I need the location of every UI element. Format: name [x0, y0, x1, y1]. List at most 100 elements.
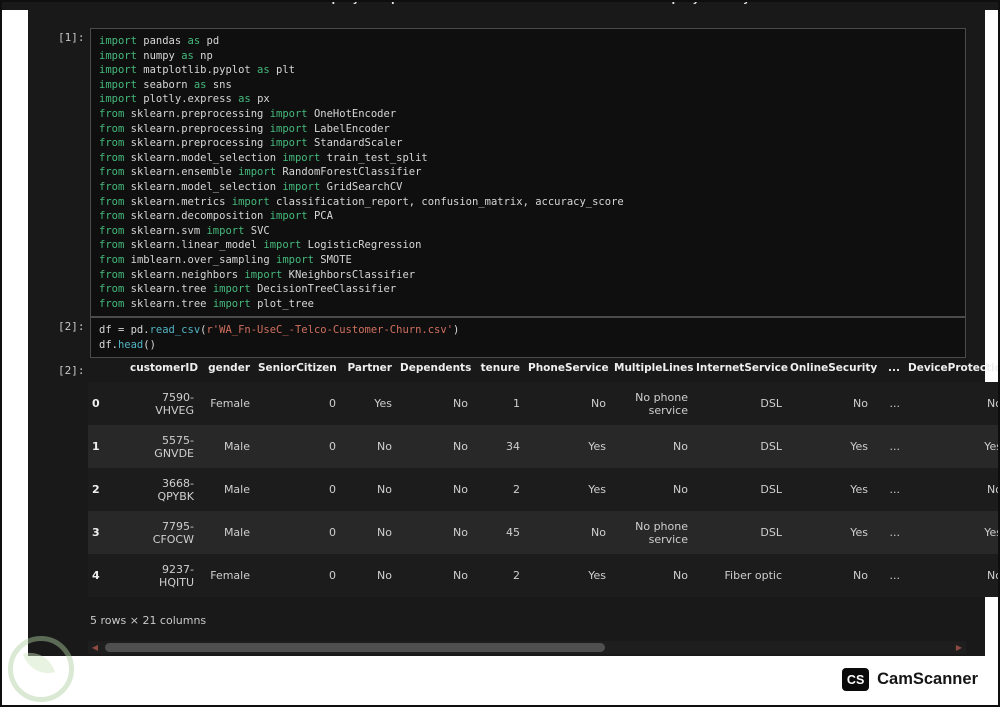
code-token: LogisticRegression [301, 239, 422, 252]
table-cell: No [453, 569, 468, 582]
code-token: np [193, 49, 213, 62]
cell-output-prompt: [2]: [58, 364, 85, 377]
row-index: 2 [92, 483, 100, 496]
code-token: sklearn.tree [124, 283, 213, 296]
code-line: from sklearn.preprocessing import Standa… [99, 136, 957, 151]
table-cell: No [853, 397, 868, 410]
table-cell: 2 [513, 569, 520, 582]
code-token: from [99, 137, 125, 150]
table-cell: No [591, 397, 606, 410]
row-index: 0 [92, 397, 100, 410]
code-token: import [282, 151, 321, 164]
table-cell: 0 [329, 483, 336, 496]
top-note-bar: • Churn: Yes – the customer left the com… [0, 0, 1000, 10]
table-cell: Yes [850, 483, 868, 496]
table-cell: 7795-CFOCW [152, 519, 194, 546]
camscanner-logo: CS CamScanner [842, 668, 978, 691]
table-cell: ... [889, 569, 901, 582]
code-line: from sklearn.tree import DecisionTreeCla… [99, 282, 957, 297]
table-cell: Yes [984, 440, 1000, 453]
code-token: read_csv [149, 324, 201, 336]
column-header: Dependents [400, 362, 472, 374]
table-cell: No [453, 397, 468, 410]
table-cell: Fiber optic [724, 569, 782, 582]
code-line: import pandas as pd [99, 34, 957, 49]
table-cell: 45 [506, 526, 520, 539]
code-token: import [99, 35, 137, 47]
table-row: 4 9237-HQITU Female 0 No No 2 Yes No Fiber optic N… [88, 554, 1000, 597]
table-cell: DSL [760, 440, 782, 453]
code-line: df.head() [99, 338, 957, 353]
table-cell: No [853, 569, 868, 582]
table-cell: No [377, 569, 392, 582]
code-token: from [99, 180, 125, 193]
top-note: • Churn: Yes – the customer left the com… [103, 0, 885, 5]
camscanner-brand-text: CamScanner [877, 670, 978, 688]
table-header-row: customerID gender SeniorCitizen Partner Depe… [88, 355, 1000, 382]
scroll-left-icon[interactable]: ◀ [88, 641, 102, 654]
column-header: InternetService [696, 362, 788, 374]
code-token: sklearn.tree [124, 297, 213, 310]
table-cell: Yes [984, 526, 1000, 539]
code-token: RandomForestClassifier [276, 166, 422, 179]
page: • Churn: Yes – the customer left the com… [0, 0, 1000, 707]
row-index: 4 [92, 569, 100, 582]
table-cell: 2 [513, 483, 520, 496]
column-header: customerID [130, 362, 199, 374]
horizontal-scrollbar[interactable]: ◀ ▶ [88, 641, 966, 654]
scroll-right-icon[interactable]: ▶ [952, 641, 966, 654]
code-token: import [238, 166, 277, 179]
table-cell: No [591, 526, 606, 539]
code-token: KNeighborsClassifier [282, 268, 416, 281]
code-token: OneHotEncoder [307, 107, 397, 120]
table-cell: DSL [760, 483, 782, 496]
code-token: import [269, 107, 308, 120]
code-line: df = pd.read_csv(r'WA_Fn-UseC_-Telco-Cus… [99, 323, 957, 338]
code-token: import [99, 49, 137, 62]
code-token: import [99, 93, 137, 106]
code-line: from sklearn.svm import SVC [99, 224, 957, 239]
table-row: 23668-QPYBKMale0NoNo2YesNoDSLYes...NoNo [88, 468, 1000, 511]
code-token: from [99, 239, 125, 252]
table-cell: 0 [329, 526, 336, 539]
table-footer: 5 rows × 21 columns [90, 614, 207, 627]
code-token: df. [99, 338, 118, 351]
code-token: ) [453, 324, 460, 336]
table-cell: Yes [374, 397, 392, 410]
table-cell: No [453, 526, 468, 539]
table-cell: Male [223, 440, 250, 453]
scrollbar-thumb[interactable] [105, 643, 605, 652]
code-token: StandardScaler [307, 137, 403, 150]
code-token: plot_tree [250, 297, 314, 310]
code-token: import [282, 180, 321, 193]
table-cell: Male [223, 483, 250, 496]
table-cell: No [987, 397, 1000, 410]
code-token: import [99, 64, 137, 77]
cell-input-prompt: [2]: [58, 320, 85, 333]
table-cell: Yes [588, 569, 606, 582]
code-cell-read-csv[interactable]: df = pd.read_csv(r'WA_Fn-UseC_-Telco-Cus… [90, 317, 966, 359]
code-line: from imblearn.over_sampling import SMOTE [99, 253, 957, 268]
code-token: sklearn.preprocessing [124, 122, 270, 135]
notebook-panel: [1]: import pandas as pd import numpy as … [28, 10, 1000, 656]
table-cell: 3668-QPYBK [157, 476, 194, 503]
table-cell: Yes [850, 526, 868, 539]
code-token: numpy [136, 49, 182, 62]
table-cell: 0 [329, 397, 336, 410]
code-line: from sklearn.ensemble import RandomFores… [99, 165, 957, 180]
code-token: sklearn.decomposition [124, 210, 270, 223]
code-token: train_test_split [320, 151, 428, 164]
code-token: as [238, 93, 251, 106]
column-header: gender [208, 362, 250, 374]
code-token: as [187, 35, 201, 47]
code-token: GridSearchCV [320, 180, 403, 193]
code-token: as [257, 64, 270, 77]
column-header: tenure [480, 362, 520, 374]
code-token: SVC [244, 224, 270, 237]
table-cell: DSL [760, 526, 782, 539]
code-token: imblearn.over_sampling [124, 253, 277, 266]
code-cell-imports[interactable]: import pandas as pd import numpy as np imp… [90, 28, 966, 318]
code-token: import [231, 195, 270, 208]
table-cell: No [453, 440, 468, 453]
code-token: from [99, 122, 125, 135]
